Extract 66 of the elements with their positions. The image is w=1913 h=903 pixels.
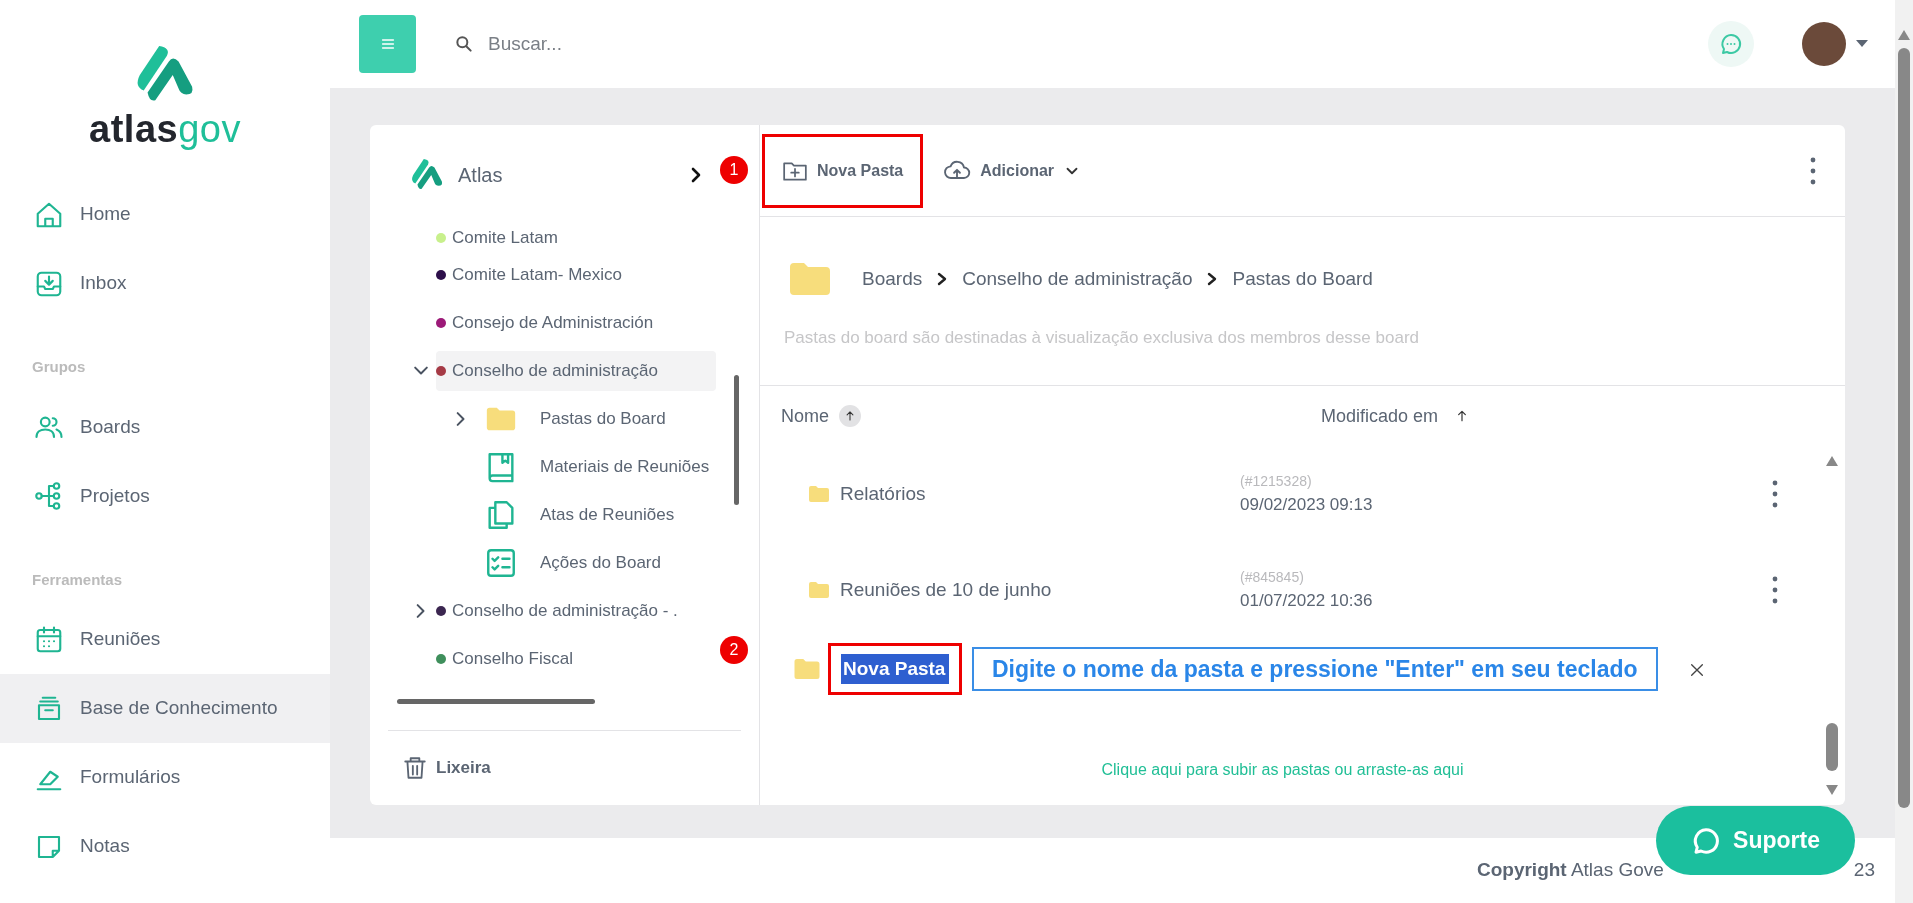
vertical-dots-icon [1771,575,1779,605]
tree-item[interactable]: Comite Latam- Mexico [436,255,716,295]
tree-item[interactable]: Consejo de Administración [436,303,716,343]
section-heading: Ferramentas [31,569,124,590]
trash-icon [402,755,428,781]
tree-item[interactable]: Ações do Board [540,550,661,576]
add-button[interactable]: Adicionar [923,132,1102,209]
caret-icon [1856,40,1868,48]
sidebar-item[interactable]: Base de Conhecimento [0,674,330,743]
logo-wordmark: atlasgov [89,110,241,148]
breadcrumb-link[interactable]: Pastas do Board [1232,264,1373,294]
sidebar-item[interactable]: Notas [0,812,330,881]
folder-name[interactable]: Relatórios [840,479,1240,509]
folder-name-field[interactable]: Nova Pasta [828,642,962,696]
tree-item[interactable]: Comite Latam [436,225,716,258]
description-text: Pastas do board são destinadas à visualização exclusiva dos membros desse board [760,303,1845,386]
sort-button[interactable] [839,405,861,427]
vertical-dots-icon [1809,155,1817,186]
chat-bubble-icon [1719,32,1743,56]
search-field[interactable]: Buscar... [486,28,886,60]
chevron-right-icon [689,166,703,184]
close-icon [1688,661,1705,678]
menu-icon [379,36,396,52]
copyright-year: 23 [1853,858,1875,883]
trash-link[interactable]: Lixeira [388,730,741,805]
chat-bubble-icon [1691,825,1722,856]
chevron-right-icon [1206,272,1219,286]
scroll-up-arrow-icon [1898,30,1910,40]
scrollbar-thumb[interactable] [1826,723,1838,771]
vertical-dots-icon [1771,479,1779,509]
column-header[interactable]: Modificado em [1321,402,1439,430]
tree-item[interactable]: Conselho de administração - . [436,591,716,631]
sidebar-item[interactable]: Boards [0,392,330,462]
chevron-right-icon [936,272,949,286]
tree-item[interactable]: Atas de Reuniões [540,502,675,528]
search-icon [454,34,474,54]
scroll-down-arrow-icon [1826,785,1838,795]
folder-id: (#845845) [1240,567,1305,587]
sidebar-item[interactable]: Formulários [0,743,330,812]
scrollbar-thumb[interactable] [397,699,595,704]
avatar-circle[interactable] [1802,22,1846,66]
instruction-tooltip: Digite o nome da pasta e pressione "Enter" em seu teclado [972,646,1658,692]
breadcrumb-link[interactable]: Boards [862,264,923,294]
sidebar-item[interactable]: Inbox [0,249,330,318]
scrollbar-thumb[interactable] [1898,48,1910,808]
sidebar-item[interactable]: Home [0,180,330,249]
tree-item[interactable]: Conselho de administração [436,351,716,391]
new-folder-button[interactable]: Nova Pasta [762,133,924,208]
checklist-icon [484,546,518,580]
modified-date: 09/02/2023 09:13 [1240,493,1373,516]
tree-title: Atlas [458,163,503,188]
section-heading: Grupos [31,357,87,377]
column-header[interactable]: Nome [781,402,829,430]
tree-item[interactable]: Materiais de Reuniões [540,454,710,480]
sidebar-item[interactable]: Projetos [0,461,330,531]
scrollbar-thumb[interactable] [734,375,739,505]
tree-item[interactable]: Pastas do Board [540,406,666,432]
scroll-up-arrow-icon [1826,456,1838,466]
sidebar-item[interactable]: Reuniões [0,605,330,674]
tree-item[interactable]: Conselho Fiscal [436,639,716,679]
modified-date: 01/07/2022 10:36 [1240,589,1373,612]
calendar-icon [34,624,64,655]
folder-name[interactable]: Reuniões de 10 de junho [840,575,1240,605]
breadcrumb-link[interactable]: Conselho de administração [962,264,1193,294]
logo-mark-icon [410,158,444,192]
folder-id: (#1215328) [1240,471,1313,491]
